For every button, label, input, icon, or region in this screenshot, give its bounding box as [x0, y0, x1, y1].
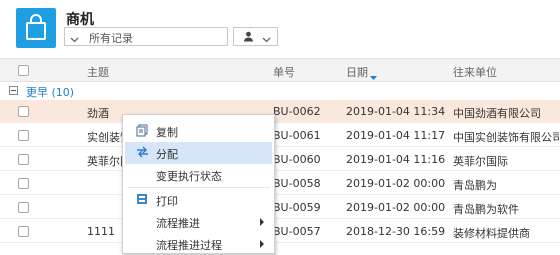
user-icon [243, 31, 254, 45]
sort-descending-icon [370, 70, 377, 83]
menu-divider [127, 187, 270, 188]
table-row[interactable]: BU-0059 2019-01-02 00:00 青岛鹏为软件 [0, 196, 560, 219]
row-checkbox[interactable] [18, 106, 29, 117]
cell-date: 2019-01-04 11:17 [346, 129, 446, 142]
cell-company: 装修材料提供商 [453, 227, 530, 240]
row-checkbox[interactable] [18, 202, 29, 213]
print-icon [136, 193, 148, 208]
menu-item-change-status[interactable]: 变更执行状态 [125, 164, 272, 186]
cell-number: BU-0058 [273, 177, 321, 190]
cell-number: BU-0062 [273, 105, 321, 118]
chevron-down-icon [70, 33, 79, 46]
column-header-subject[interactable]: 主题 [87, 64, 109, 80]
cell-company: 中国实创装饰有限公司 [453, 131, 559, 144]
column-header-company[interactable]: 往来单位 [453, 64, 497, 80]
context-menu: 复制 分配 变更执行状态 打印 流程推进 流程推进过程 [122, 114, 275, 254]
table-row[interactable]: 英菲尔国际 BU-0060 2019-01-04 11:16 英菲尔国际 [0, 148, 560, 171]
menu-item-assign[interactable]: 分配 [125, 142, 272, 164]
cell-company: 英菲尔国际 [453, 155, 508, 168]
row-checkbox[interactable] [18, 130, 29, 141]
row-checkbox[interactable] [18, 178, 29, 189]
record-filter-select[interactable]: 所有记录 [64, 27, 228, 46]
menu-item-print[interactable]: 打印 [125, 189, 272, 211]
cell-subject: 实创装饰 [87, 131, 123, 144]
page-header: 商机 所有记录 [0, 0, 560, 57]
cell-company: 中国劲酒有限公司 [453, 107, 541, 120]
select-all-checkbox[interactable] [18, 65, 29, 76]
collapse-group-icon[interactable] [9, 86, 18, 95]
menu-item-copy[interactable]: 复制 [125, 120, 272, 142]
cell-subject: 英菲尔国际 [87, 155, 123, 168]
submenu-arrow-icon [260, 218, 264, 226]
menu-item-label: 分配 [156, 148, 178, 161]
menu-item-process-advance-history[interactable]: 流程推进过程 [125, 233, 272, 255]
cell-number: BU-0061 [273, 129, 321, 142]
column-header-number[interactable]: 单号 [273, 64, 295, 80]
table-row[interactable]: 劲酒 BU-0062 2019-01-04 11:34 中国劲酒有限公司 [0, 100, 560, 123]
cell-date: 2018-12-30 16:59 [346, 225, 446, 238]
menu-item-label: 变更执行状态 [156, 170, 222, 183]
cell-company: 青岛鹏为软件 [453, 203, 519, 216]
chevron-down-icon [262, 33, 271, 46]
cell-date: 2019-01-02 00:00 [346, 177, 446, 190]
cell-subject: 劲酒 [87, 107, 109, 120]
cell-number: BU-0059 [273, 201, 321, 214]
menu-item-label: 复制 [156, 126, 178, 139]
table-row[interactable]: BU-0058 2019-01-02 00:00 青岛鹏为 [0, 172, 560, 195]
copy-icon [136, 124, 148, 140]
cell-company: 青岛鹏为 [453, 179, 497, 192]
menu-item-label: 流程推进 [156, 217, 200, 230]
cell-number: BU-0060 [273, 153, 321, 166]
record-filter-value: 所有记录 [89, 32, 133, 45]
cell-subject: 1111 [87, 225, 115, 238]
submenu-arrow-icon [260, 240, 264, 248]
cell-number: BU-0057 [273, 225, 321, 238]
cell-date: 2019-01-02 00:00 [346, 201, 446, 214]
menu-item-label: 打印 [156, 195, 178, 208]
assign-icon [136, 146, 149, 161]
user-filter-select[interactable] [233, 27, 278, 46]
menu-item-process-advance[interactable]: 流程推进 [125, 211, 272, 233]
column-header-date[interactable]: 日期 [346, 64, 368, 80]
page-title: 商机 [66, 12, 94, 28]
group-label[interactable]: 更早 (10) [26, 84, 74, 100]
table-header: 主题 单号 日期 往来单位 [0, 58, 560, 82]
table-row[interactable]: 1111 BU-0057 2018-12-30 16:59 装修材料提供商 [0, 220, 560, 243]
cell-date: 2019-01-04 11:34 [346, 105, 446, 118]
menu-item-label: 流程推进过程 [156, 239, 222, 252]
row-checkbox[interactable] [18, 154, 29, 165]
group-row: 更早 (10) [0, 83, 560, 99]
table-row[interactable]: 实创装饰 BU-0061 2019-01-04 11:17 中国实创装饰有限公司 [0, 124, 560, 147]
cell-date: 2019-01-04 11:16 [346, 153, 446, 166]
row-checkbox[interactable] [18, 226, 29, 237]
shopping-bag-icon [16, 8, 56, 48]
